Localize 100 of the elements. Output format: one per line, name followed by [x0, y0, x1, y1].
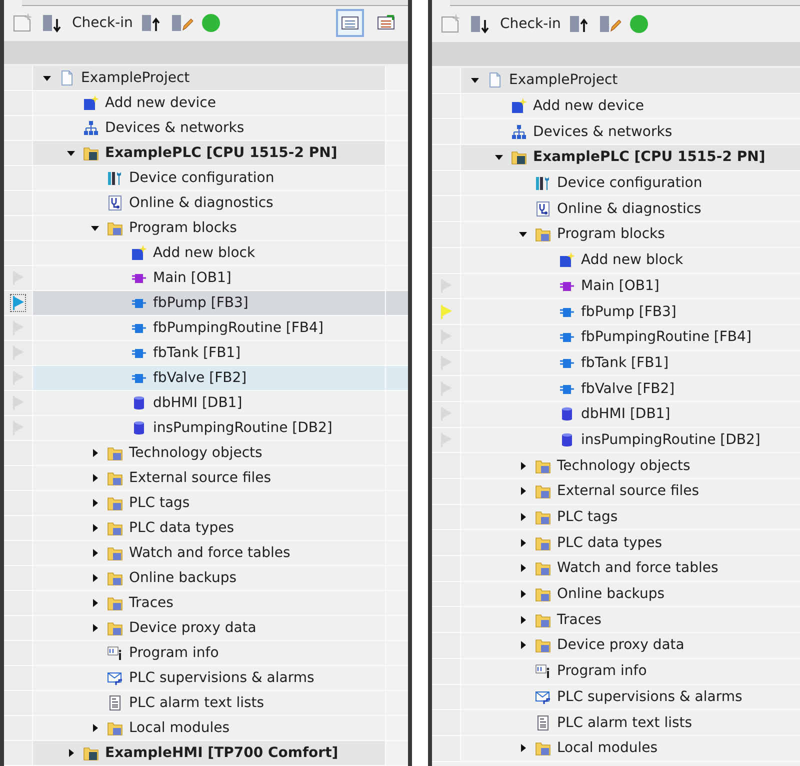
tree-item-label[interactable]: PLC supervisions & alarms — [129, 670, 314, 686]
expand-arrow-icon[interactable] — [518, 538, 528, 548]
expand-arrow-icon[interactable] — [518, 460, 528, 471]
tree-item-label[interactable]: Local modules — [557, 740, 658, 756]
tree-item-label[interactable]: Add new block — [581, 252, 684, 268]
tree-item-label[interactable]: PLC alarm text lists — [129, 695, 264, 711]
expand-arrow-icon[interactable] — [518, 743, 528, 754]
tree-item-label[interactable]: PLC supervisions & alarms — [557, 688, 742, 705]
tree-item-label[interactable]: Traces — [129, 595, 174, 611]
tree-item-label[interactable]: Device configuration — [129, 170, 274, 186]
expand-arrow-icon[interactable] — [518, 512, 528, 522]
tree-item-label[interactable]: External source files — [557, 483, 700, 500]
expand-arrow-icon[interactable] — [518, 563, 528, 574]
tree-item-label[interactable]: Device proxy data — [557, 637, 684, 654]
check-in-label[interactable]: Check-in — [72, 15, 133, 32]
tree-item-label[interactable]: ExampleProject — [509, 72, 618, 88]
tree-item-label[interactable]: Online & diagnostics — [557, 200, 702, 217]
tree-item-label[interactable]: dbHMI [DB1] — [581, 406, 670, 422]
tree-item-label[interactable]: Traces — [557, 612, 602, 628]
tree-item-label[interactable]: fbTank [FB1] — [581, 354, 669, 371]
new-page-icon[interactable] — [12, 13, 34, 34]
folder-icon — [535, 458, 551, 474]
tree-item-label[interactable]: Online backups — [557, 586, 665, 602]
expand-arrow-icon[interactable] — [90, 723, 100, 733]
tree-item-label[interactable]: Device proxy data — [129, 620, 256, 636]
tree-row[interactable]: ExamplePLC [CPU 1515-2 PN] — [33, 141, 385, 165]
collapse-arrow-icon[interactable] — [42, 73, 52, 83]
tree-item-label[interactable]: ExamplePLC [CPU 1515-2 PN] — [533, 149, 766, 166]
tree-item-label[interactable]: insPumpingRoutine [DB2] — [153, 420, 332, 436]
tree-item-label[interactable]: PLC data types — [129, 520, 234, 536]
tree-item-label[interactable]: Program blocks — [557, 226, 665, 242]
tree-item-label[interactable]: fbTank [FB1] — [153, 345, 241, 361]
expand-arrow-icon[interactable] — [518, 614, 528, 625]
tree-item-label[interactable]: Watch and force tables — [129, 545, 290, 561]
expand-arrow-icon[interactable] — [90, 548, 100, 558]
tree-item-label[interactable]: Watch and force tables — [557, 560, 718, 576]
expand-arrow-icon[interactable] — [90, 498, 100, 508]
folder-icon — [107, 620, 123, 636]
tree-item-label[interactable]: Add new device — [105, 95, 216, 111]
tree-row[interactable]: fbValve [FB2] — [33, 366, 385, 390]
tree-item-label[interactable]: Program info — [557, 663, 647, 680]
expand-arrow-icon[interactable] — [518, 589, 528, 600]
tree-item-label[interactable]: PLC data types — [557, 534, 662, 551]
tree-item-label[interactable]: dbHMI [DB1] — [153, 395, 242, 411]
expand-arrow-icon[interactable] — [90, 448, 100, 458]
expand-arrow-icon[interactable] — [66, 748, 76, 758]
tree-item-label[interactable]: Devices & networks — [533, 124, 672, 140]
tree-item-label[interactable]: Local modules — [129, 720, 230, 736]
tree-item-label[interactable]: insPumpingRoutine [DB2] — [581, 432, 760, 448]
collapse-arrow-icon[interactable] — [470, 75, 480, 86]
tree-item-label[interactable]: Add new device — [533, 98, 644, 114]
tree-item-label[interactable]: PLC alarm text lists — [557, 714, 692, 731]
tree-item-label[interactable]: External source files — [129, 470, 272, 486]
expand-arrow-icon[interactable] — [90, 573, 100, 583]
tree-item-label[interactable]: PLC tags — [129, 495, 190, 511]
tree-item-label[interactable]: PLC tags — [557, 509, 618, 526]
tree-item-label[interactable]: ExampleHMI [TP700 Comfort] — [105, 745, 338, 761]
tree-row[interactable]: ExampleProject — [461, 68, 800, 93]
collapse-arrow-icon[interactable] — [518, 229, 528, 240]
expand-arrow-icon[interactable] — [90, 523, 100, 533]
check-in-label[interactable]: Check-in — [500, 16, 561, 32]
tree-item-label[interactable]: Technology objects — [129, 445, 262, 461]
tree-row[interactable]: ExamplePLC [CPU 1515-2 PN] — [461, 145, 800, 170]
tree-item-label[interactable]: fbValve [FB2] — [581, 380, 675, 397]
tree-item-label[interactable]: ExamplePLC [CPU 1515-2 PN] — [105, 145, 338, 161]
tree-item-label[interactable]: ExampleProject — [81, 70, 190, 86]
folder-icon — [107, 520, 123, 536]
tree-item-label[interactable]: Add new block — [153, 245, 256, 261]
tree-item-label[interactable]: Main [OB1] — [153, 270, 232, 286]
tree-item-label[interactable]: Main [OB1] — [581, 278, 660, 294]
tree-row[interactable]: ExampleHMI [TP700 Comfort] — [33, 741, 385, 765]
tree-row[interactable]: fbPump [FB3] — [33, 291, 385, 315]
edit-icon[interactable] — [598, 14, 621, 34]
new-page-icon[interactable] — [440, 14, 462, 34]
tree-item-label[interactable]: Program blocks — [129, 220, 237, 236]
expand-arrow-icon[interactable] — [90, 623, 100, 633]
tree-item-label[interactable]: fbPumpingRoutine [FB4] — [581, 329, 752, 346]
tree-row[interactable]: ExampleProject — [33, 66, 385, 90]
collapse-arrow-icon[interactable] — [66, 148, 76, 158]
tree-item-label[interactable]: Device configuration — [557, 175, 702, 192]
expand-arrow-icon[interactable] — [518, 640, 528, 650]
tree-item-label[interactable]: fbPumpingRoutine [FB4] — [153, 320, 324, 336]
tree-item-label[interactable]: Devices & networks — [105, 120, 244, 136]
edit-icon[interactable] — [170, 13, 193, 34]
tree-item-label[interactable]: fbPump [FB3] — [581, 304, 676, 320]
flag-icon[interactable] — [13, 296, 24, 310]
collapse-arrow-icon[interactable] — [494, 152, 504, 162]
collapse-arrow-icon[interactable] — [90, 223, 100, 233]
expand-arrow-icon[interactable] — [518, 486, 528, 496]
network-icon — [511, 124, 527, 140]
tree-item-label[interactable]: Technology objects — [557, 458, 690, 474]
tree-item-label[interactable]: Online & diagnostics — [129, 195, 274, 211]
stethoscope-icon — [107, 195, 123, 211]
expand-arrow-icon[interactable] — [90, 598, 100, 608]
grid-view-button[interactable] — [336, 9, 364, 38]
tree-item-label[interactable]: Program info — [129, 645, 219, 661]
tree-item-label[interactable]: Online backups — [129, 570, 237, 586]
expand-arrow-icon[interactable] — [90, 473, 100, 483]
tree-item-label[interactable]: fbPump [FB3] — [153, 295, 248, 311]
tree-item-label[interactable]: fbValve [FB2] — [153, 370, 247, 386]
